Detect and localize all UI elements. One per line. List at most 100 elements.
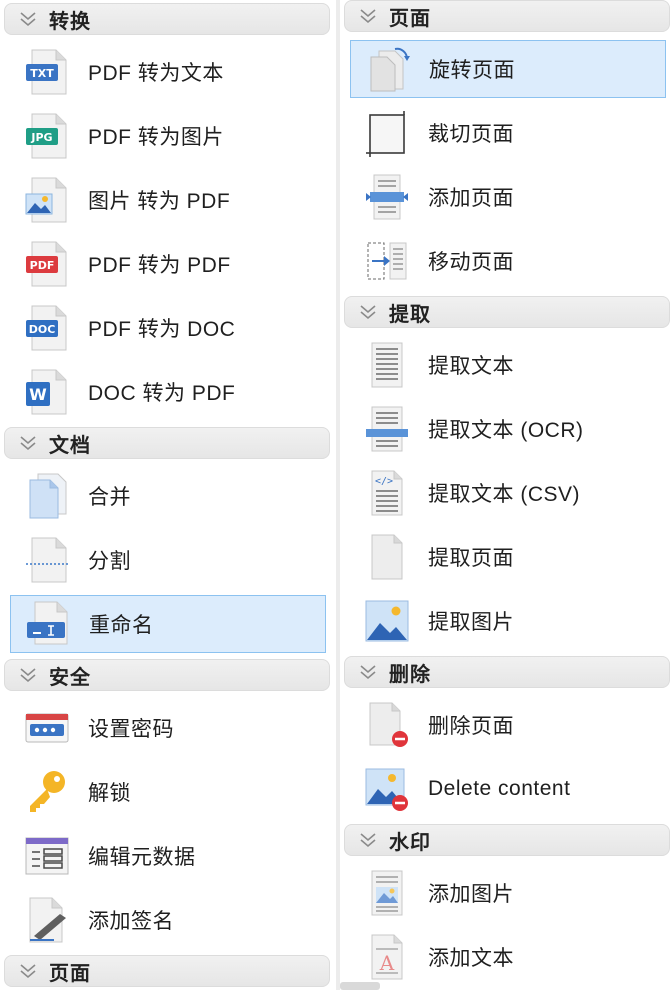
tool-label: PDF 转为 DOC [88, 318, 236, 341]
tool-item-pdf-to-pdf[interactable]: PDF PDF 转为 PDF [10, 235, 326, 293]
image-file-icon [22, 175, 72, 225]
move-page-icon [362, 236, 412, 286]
tool-item-watermark-image[interactable]: 添加图片 [350, 864, 666, 922]
section-header-watermark[interactable]: 水印 [344, 824, 670, 856]
section-title: 水印 [389, 831, 431, 854]
pdf-file-icon: PDF [22, 239, 72, 289]
metadata-icon [22, 831, 72, 881]
key-icon [22, 767, 72, 817]
tool-label: 裁切页面 [428, 123, 514, 146]
tool-label: 提取文本 (CSV) [428, 483, 580, 506]
svg-text:W: W [29, 385, 47, 404]
right-tool-column: 页面 旋转页面 裁切页面 添加页面 移动页面 提取 提取文本 提取文本 (OCR… [340, 0, 672, 990]
chevron-down-icon [17, 11, 39, 27]
tool-item-watermark-text[interactable]: A 添加文本 [350, 928, 666, 986]
svg-text:TXT: TXT [30, 67, 54, 80]
signature-icon [22, 895, 72, 945]
tool-label: 移动页面 [428, 251, 514, 274]
section-header-security[interactable]: 安全 [4, 659, 330, 691]
tool-label: 设置密码 [88, 718, 174, 741]
add-page-icon [362, 172, 412, 222]
watermark-image-icon [362, 868, 412, 918]
tool-label: 提取图片 [428, 611, 514, 634]
tool-item-delete-page[interactable]: 删除页面 [350, 696, 666, 754]
chevron-down-icon [357, 8, 379, 24]
tool-item-rename[interactable]: 重命名 [10, 595, 326, 653]
tool-label: 解锁 [88, 782, 131, 805]
section-title: 文档 [49, 434, 91, 457]
chevron-down-icon [357, 664, 379, 680]
tool-label: 删除页面 [428, 715, 514, 738]
section-header-pages[interactable]: 页面 [4, 955, 330, 987]
tool-item-rotate-page[interactable]: 旋转页面 [350, 40, 666, 98]
tool-label: 图片 转为 PDF [88, 190, 231, 213]
tool-label: 添加图片 [428, 883, 514, 906]
tool-item-crop-page[interactable]: 裁切页面 [350, 104, 666, 162]
section-header-delete[interactable]: 删除 [344, 656, 670, 688]
left-tool-column: 转换 TXT PDF 转为文本 JPG PDF 转为图片 图片 转为 PDF P… [0, 0, 336, 990]
extract-text-icon [362, 340, 412, 390]
tool-label: 提取页面 [428, 547, 514, 570]
tool-item-add-page[interactable]: 添加页面 [350, 168, 666, 226]
tool-label: 添加页面 [428, 187, 514, 210]
crop-page-icon [362, 108, 412, 158]
tool-item-add-signature[interactable]: 添加签名 [10, 891, 326, 949]
section-title: 转换 [49, 10, 91, 33]
tool-label: 编辑元数据 [88, 846, 196, 869]
tool-item-pdf-to-doc[interactable]: DOC PDF 转为 DOC [10, 299, 326, 357]
chevron-down-icon [17, 667, 39, 683]
tool-item-edit-metadata[interactable]: 编辑元数据 [10, 827, 326, 885]
svg-text:JPG: JPG [30, 131, 52, 144]
tool-item-move-page[interactable]: 移动页面 [350, 232, 666, 290]
extract-ocr-icon [362, 404, 412, 454]
tool-item-extract-text[interactable]: 提取文本 [350, 336, 666, 394]
tool-item-delete-content[interactable]: Delete content [350, 760, 666, 818]
extract-csv-icon: </> [362, 468, 412, 518]
tool-item-image-to-pdf[interactable]: 图片 转为 PDF [10, 171, 326, 229]
tool-item-unlock[interactable]: 解锁 [10, 763, 326, 821]
chevron-down-icon [357, 832, 379, 848]
doc-file-icon: DOC [22, 303, 72, 353]
section-title: 删除 [389, 663, 431, 686]
tool-item-split[interactable]: 分割 [10, 531, 326, 589]
tool-label: PDF 转为文本 [88, 62, 224, 85]
word-file-icon: W [22, 367, 72, 417]
tool-item-set-password[interactable]: 设置密码 [10, 699, 326, 757]
txt-file-icon: TXT [22, 47, 72, 97]
tool-item-pdf-to-image[interactable]: JPG PDF 转为图片 [10, 107, 326, 165]
svg-text:PDF: PDF [30, 259, 55, 272]
tool-item-extract-image[interactable]: 提取图片 [350, 592, 666, 650]
jpg-file-icon: JPG [22, 111, 72, 161]
section-header-convert[interactable]: 转换 [4, 3, 330, 35]
chevron-down-icon [357, 304, 379, 320]
section-header-pages[interactable]: 页面 [344, 0, 670, 32]
tool-item-doc-to-pdf[interactable]: W DOC 转为 PDF [10, 363, 326, 421]
section-header-document[interactable]: 文档 [4, 427, 330, 459]
tool-item-extract-text-csv[interactable]: </> 提取文本 (CSV) [350, 464, 666, 522]
section-title: 页面 [49, 962, 91, 985]
rotate-page-icon [363, 44, 413, 94]
tool-label: 分割 [88, 550, 131, 573]
tool-label: 添加文本 [428, 947, 514, 970]
delete-content-icon [362, 764, 412, 814]
svg-text:DOC: DOC [29, 323, 56, 336]
chevron-down-icon [17, 963, 39, 979]
scrollbar-thumb[interactable] [340, 982, 380, 990]
rename-icon [23, 599, 73, 649]
extract-page-icon [362, 532, 412, 582]
tool-item-extract-text-ocr[interactable]: 提取文本 (OCR) [350, 400, 666, 458]
section-header-extract[interactable]: 提取 [344, 296, 670, 328]
split-icon [22, 535, 72, 585]
tool-item-extract-page[interactable]: 提取页面 [350, 528, 666, 586]
tool-item-pdf-to-text[interactable]: TXT PDF 转为文本 [10, 43, 326, 101]
extract-image-icon [362, 596, 412, 646]
section-title: 安全 [49, 666, 91, 689]
tool-label: Delete content [428, 777, 571, 800]
tool-label: 提取文本 [428, 355, 514, 378]
chevron-down-icon [17, 435, 39, 451]
svg-text:A: A [379, 951, 395, 975]
tool-label: 添加签名 [88, 910, 174, 933]
tool-item-merge[interactable]: 合并 [10, 467, 326, 525]
section-title: 页面 [389, 7, 431, 30]
tool-label: 旋转页面 [429, 59, 515, 82]
